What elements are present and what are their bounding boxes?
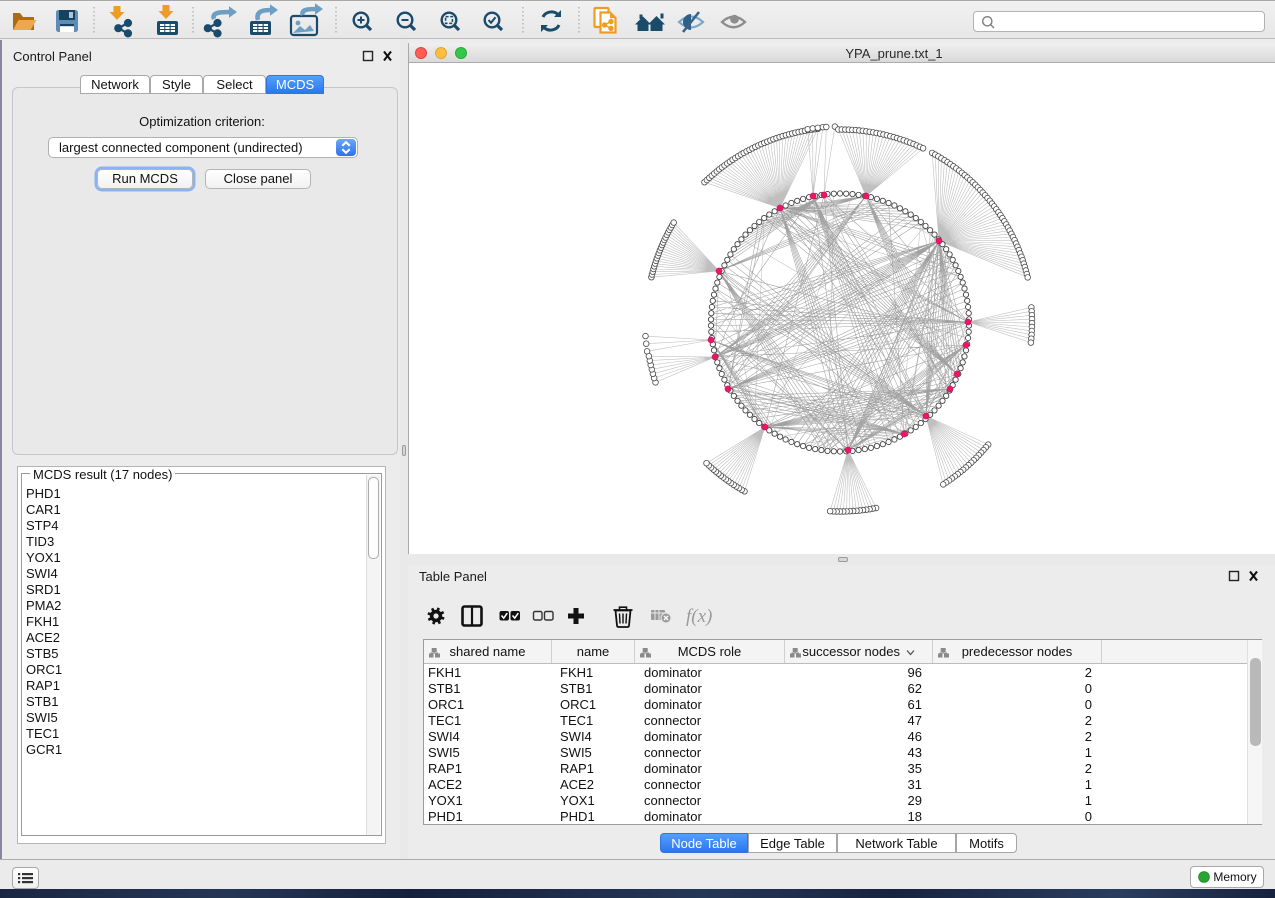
svg-text:f(x): f(x) — [686, 606, 712, 627]
